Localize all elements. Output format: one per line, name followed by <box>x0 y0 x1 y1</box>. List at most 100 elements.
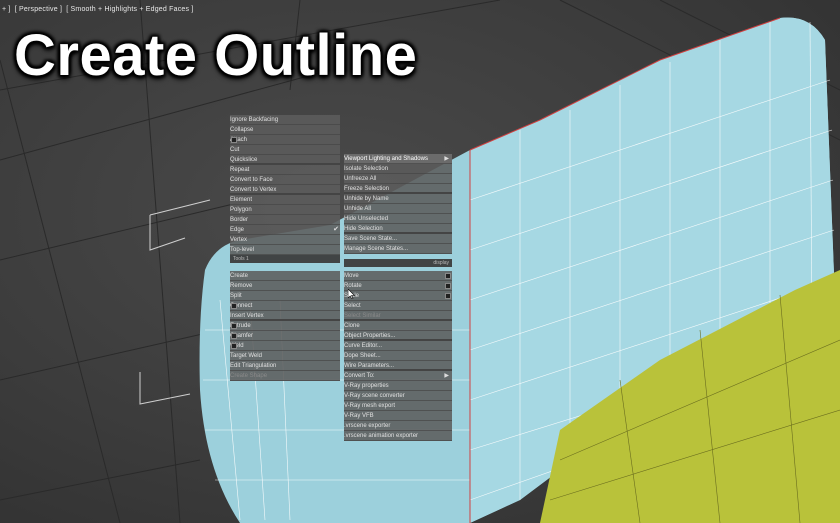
menu-item-label: Convert to Face <box>230 177 273 183</box>
quad-menu-item[interactable]: Rotate <box>344 281 452 291</box>
quad-menu-item[interactable]: Weld <box>230 341 340 351</box>
quad-menu-item[interactable]: Chamfer <box>230 331 340 341</box>
settings-box-icon[interactable] <box>445 273 451 279</box>
quad-menu-item[interactable]: Element <box>230 195 340 205</box>
quad-menu-item[interactable]: Collapse <box>230 125 340 135</box>
quad-menu-item[interactable]: Attach <box>230 135 340 145</box>
menu-item-label: Quickslice <box>230 157 258 163</box>
quad-menu-item[interactable]: Edge ✔ <box>230 225 340 235</box>
quad-menu-item[interactable]: Save Scene State... <box>344 234 452 244</box>
mouse-cursor-icon <box>348 289 356 299</box>
quad-menu-item[interactable]: Hide Unselected <box>344 214 452 224</box>
menu-item-label: Hide Selection <box>344 226 383 232</box>
quad-menu-item[interactable]: Quickslice <box>230 155 340 165</box>
settings-box-icon[interactable] <box>231 323 237 329</box>
quad-menu-item[interactable]: Viewport Lighting and Shadows ▶ <box>344 154 452 164</box>
quad-menu-item[interactable]: V-Ray scene converter <box>344 391 452 401</box>
quad-menu-item[interactable]: Convert to Face <box>230 175 340 185</box>
quad-menu-item[interactable]: .vrscene exporter <box>344 421 452 431</box>
perspective-viewport[interactable]: + ] [ Perspective ] [ Smooth + Highlight… <box>0 0 840 523</box>
quad-menu-item[interactable]: Curve Editor... <box>344 341 452 351</box>
quad-menu-item[interactable]: Freeze Selection <box>344 184 452 194</box>
quad-menu-item[interactable]: Unhide All <box>344 204 452 214</box>
menu-item-label: Split <box>230 293 242 299</box>
menu-item-label: Save Scene State... <box>344 236 398 242</box>
quad-title-left: Tools 1 <box>230 255 340 263</box>
quad-menu-item[interactable]: Edit Triangulation <box>230 361 340 371</box>
settings-box-icon[interactable] <box>231 137 237 143</box>
viewport-shading-label[interactable]: [ Smooth + Highlights + Edged Faces ] <box>66 6 193 13</box>
menu-item-label: V-Ray scene converter <box>344 393 405 399</box>
menu-item-label: Target Weld <box>230 353 262 359</box>
quad-menu-item[interactable]: Create Shape <box>230 371 340 381</box>
quad-menu-item[interactable]: Convert To: ▶ <box>344 371 452 381</box>
menu-item-label: Unhide by Name <box>344 196 389 202</box>
menu-item-label: Clone <box>344 323 360 329</box>
viewport-label[interactable]: + ] [ Perspective ] [ Smooth + Highlight… <box>2 6 196 13</box>
quad-menu-item[interactable]: .vrscene animation exporter <box>344 431 452 441</box>
menu-item-label: .vrscene animation exporter <box>344 433 419 439</box>
viewport-view-label[interactable]: [ Perspective ] <box>15 6 62 13</box>
quad-menu-item[interactable]: Select <box>344 301 452 311</box>
menu-item-label: Edit Triangulation <box>230 363 277 369</box>
quad-menu-item[interactable]: Repeat <box>230 165 340 175</box>
quad-menu-item[interactable]: Wire Parameters... <box>344 361 452 371</box>
menu-item-label: Viewport Lighting and Shadows <box>344 156 428 162</box>
quad-menu-item[interactable]: Vertex <box>230 235 340 245</box>
menu-item-label: Ignore Backfacing <box>230 117 279 123</box>
viewport-menu-plus[interactable]: + ] <box>2 6 11 13</box>
quad-menu-item[interactable]: Remove <box>230 281 340 291</box>
menu-item-label: Manage Scene States... <box>344 246 409 252</box>
submenu-arrow-icon: ▶ <box>444 373 449 379</box>
quad-menu-item[interactable]: Split <box>230 291 340 301</box>
quad-menu-item[interactable]: Extrude <box>230 321 340 331</box>
quad-menu-item[interactable]: V-Ray mesh export <box>344 401 452 411</box>
quad-menu-item[interactable]: Unhide by Name <box>344 194 452 204</box>
settings-box-icon[interactable] <box>231 333 237 339</box>
quad-menu-item[interactable]: Insert Vertex <box>230 311 340 321</box>
menu-item-label: Create Shape <box>230 373 268 379</box>
menu-item-label: V-Ray mesh export <box>344 403 396 409</box>
quad-menu-item[interactable]: Connect <box>230 301 340 311</box>
quad-menu-item[interactable]: Target Weld <box>230 351 340 361</box>
quad-menu-item[interactable]: Clone <box>344 321 452 331</box>
quad-menu-item[interactable]: Hide Selection <box>344 224 452 234</box>
checkmark-icon: ✔ <box>333 226 339 233</box>
menu-item-label: Remove <box>230 283 253 289</box>
quad-menu-item[interactable]: Object Properties... <box>344 331 452 341</box>
quad-menu-item[interactable]: Cut <box>230 145 340 155</box>
menu-item-label: Hide Unselected <box>344 216 389 222</box>
quad-menu-item[interactable]: Isolate Selection <box>344 164 452 174</box>
menu-item-label: Unhide All <box>344 206 372 212</box>
quad-menu-item[interactable]: Scale <box>344 291 452 301</box>
menu-item-label: Convert to Vertex <box>230 187 277 193</box>
settings-box-icon[interactable] <box>231 343 237 349</box>
quad-menu-item[interactable]: Convert to Vertex <box>230 185 340 195</box>
menu-item-label: Cut <box>230 147 240 153</box>
quad-menu-item[interactable]: Polygon <box>230 205 340 215</box>
quad-menu-right-bottom: Move RotateScale Select Select Similar Clone… <box>344 271 452 441</box>
quad-menu-item[interactable]: Create <box>230 271 340 281</box>
quad-menu-item[interactable]: V-Ray properties <box>344 381 452 391</box>
menu-item-label: Convert To: <box>344 373 375 379</box>
quad-menu-item[interactable]: Dope Sheet... <box>344 351 452 361</box>
menu-item-label: Edge <box>230 227 245 233</box>
quad-menu-item[interactable]: V-Ray VFB <box>344 411 452 421</box>
quad-menu-right-top: Viewport Lighting and Shadows ▶ Isolate Se… <box>344 154 452 254</box>
settings-box-icon[interactable] <box>445 283 451 289</box>
bounding-bracket <box>139 199 211 405</box>
quad-menu-item[interactable]: Top-level <box>230 245 340 255</box>
quad-menu-item[interactable]: Select Similar <box>344 311 452 321</box>
menu-item-label: Vertex <box>230 237 248 243</box>
settings-box-icon[interactable] <box>445 293 451 299</box>
quad-menu-item[interactable]: Move <box>344 271 452 281</box>
quad-menu-item[interactable]: Ignore Backfacing <box>230 115 340 125</box>
menu-item-label: Dope Sheet... <box>344 353 381 359</box>
menu-item-label: Insert Vertex <box>230 313 264 319</box>
quad-menu-item[interactable]: Unfreeze All <box>344 174 452 184</box>
quad-menu-item[interactable]: Manage Scene States... <box>344 244 452 254</box>
quad-menu-item[interactable]: Border <box>230 215 340 225</box>
settings-box-icon[interactable] <box>231 303 237 309</box>
video-title-overlay: Create Outline <box>14 23 418 88</box>
menu-item-label: Create <box>230 273 249 279</box>
